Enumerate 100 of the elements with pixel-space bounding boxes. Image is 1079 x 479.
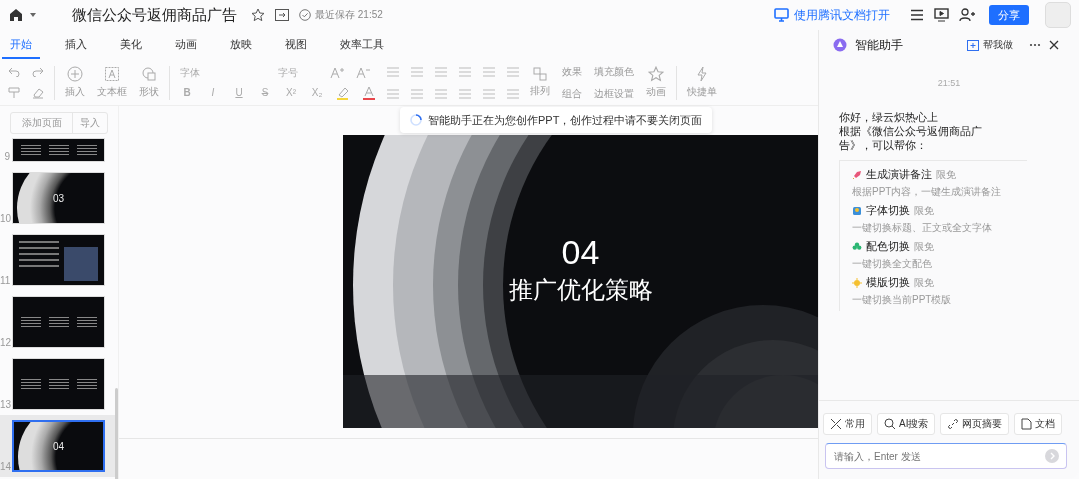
slide-number: 9	[3, 151, 10, 162]
slide-title: 推广优化策略	[508, 275, 653, 305]
toolbar-button[interactable]: 形状	[139, 66, 159, 99]
ribbon-tab[interactable]: 插入	[57, 31, 95, 59]
paragraph-icon[interactable]	[458, 88, 472, 99]
font-card-icon	[852, 205, 862, 216]
toolbar-button[interactable]: 快捷单	[687, 66, 717, 99]
assistant-logo-icon	[833, 38, 847, 52]
import-button[interactable]: 导入	[73, 113, 107, 133]
rocket-icon	[852, 169, 862, 180]
paragraph-icon[interactable]	[506, 88, 520, 99]
slide-thumbnail[interactable]: 04	[12, 420, 105, 472]
slide-thumbnail[interactable]	[12, 138, 105, 162]
toolbar-button[interactable]: 排列	[530, 67, 550, 98]
ribbon-tab[interactable]: 放映	[222, 31, 260, 59]
slide-number: 10	[0, 213, 10, 224]
do-for-me-link[interactable]: 帮我做	[967, 38, 1013, 52]
photo-placeholder	[64, 247, 98, 281]
presentation-icon[interactable]	[934, 8, 949, 22]
avatar[interactable]	[1045, 2, 1071, 28]
paragraph-icon[interactable]	[434, 88, 448, 99]
eraser-icon[interactable]	[32, 86, 44, 99]
quick-action-button[interactable]: AI搜索	[877, 413, 936, 435]
text-box-icon	[104, 66, 120, 82]
paragraph-icon[interactable]	[410, 88, 424, 99]
add-user-icon[interactable]	[959, 8, 975, 22]
slide-number: 13	[0, 399, 10, 410]
ribbon-tab[interactable]: 动画	[167, 31, 205, 59]
paragraph-icon[interactable]	[410, 66, 424, 77]
slide-thumbnail[interactable]	[12, 358, 105, 410]
font-color-icon[interactable]	[362, 85, 376, 100]
add-box-icon	[967, 39, 979, 51]
free-tag: 限免	[914, 239, 934, 254]
toolbar-button[interactable]: 组合	[562, 86, 582, 101]
free-tag: 限免	[914, 275, 934, 290]
paragraph-icon[interactable]	[434, 66, 448, 77]
paragraph-icon[interactable]	[482, 88, 496, 99]
menu-icon[interactable]	[910, 9, 924, 21]
more-icon[interactable]	[1029, 43, 1041, 47]
slide-number: 12	[0, 337, 10, 348]
move-folder-icon[interactable]	[275, 9, 289, 21]
toolbar-button[interactable]: 填充颜色	[594, 64, 634, 79]
toolbar-button[interactable]: 文本框	[97, 66, 127, 99]
status-toast: 智能助手正在为您创作PPT，创作过程中请不要关闭页面	[400, 107, 713, 133]
font-size-select[interactable]: 字号	[278, 65, 318, 80]
quick-action-button[interactable]: 网页摘要	[940, 413, 1010, 435]
shapes-icon	[141, 66, 157, 82]
font-select[interactable]: 字体	[180, 65, 266, 80]
add-page-button[interactable]: 添加页面	[11, 113, 73, 133]
thumbnail-heading: 04	[52, 440, 65, 452]
thumbnail-heading: 03	[52, 192, 65, 204]
document-title: 微信公众号返佣商品广告	[72, 5, 237, 25]
grow-font-icon[interactable]	[330, 66, 344, 79]
paragraph-icon[interactable]	[386, 66, 400, 77]
slide-thumbnail[interactable]	[12, 296, 105, 348]
free-tag: 限免	[914, 203, 934, 218]
send-icon[interactable]	[1045, 449, 1059, 463]
ribbon-tab[interactable]: 美化	[112, 31, 150, 59]
tools-icon	[830, 418, 842, 430]
slide-number: 11	[0, 275, 10, 286]
lightning-icon	[695, 66, 709, 82]
format-button[interactable]: U	[232, 87, 246, 98]
format-painter-icon[interactable]	[8, 86, 20, 99]
slide-thumbnail[interactable]: 03	[12, 172, 105, 224]
slide-thumbnail[interactable]	[12, 234, 105, 286]
quick-action-button[interactable]: 文档	[1014, 413, 1063, 435]
paragraph-icon[interactable]	[458, 66, 472, 77]
paragraph-icon[interactable]	[506, 66, 520, 77]
redo-icon[interactable]	[32, 66, 44, 77]
format-button[interactable]: S	[258, 87, 272, 98]
toolbar-button[interactable]: 边框设置	[594, 86, 634, 101]
clover-icon	[852, 241, 862, 252]
toolbar-button[interactable]: 插入	[65, 66, 85, 99]
toolbar-button[interactable]: 动画	[646, 66, 666, 99]
sun-icon	[852, 277, 862, 288]
format-button[interactable]: B	[180, 87, 194, 98]
ribbon-tab[interactable]: 视图	[277, 31, 315, 59]
toolbar-button[interactable]: 效果	[562, 64, 582, 79]
share-button[interactable]: 分享	[989, 5, 1029, 25]
highlighter-icon[interactable]	[336, 85, 350, 100]
paragraph-icon[interactable]	[482, 66, 496, 77]
slide-number: 14	[0, 461, 10, 472]
format-button[interactable]: I	[206, 87, 220, 98]
format-button[interactable]: X²	[284, 87, 298, 98]
shrink-font-icon[interactable]	[356, 66, 370, 79]
caret-icon[interactable]	[30, 13, 36, 17]
message-time: 21:51	[937, 78, 961, 88]
format-button[interactable]: X₂	[310, 87, 324, 98]
ribbon-tab[interactable]: 效率工具	[332, 31, 392, 59]
star-icon	[648, 66, 664, 82]
undo-icon[interactable]	[8, 66, 20, 77]
open-in-app-link[interactable]: 使用腾讯文档打开	[774, 6, 890, 24]
ribbon-tab[interactable]: 开始	[2, 31, 40, 59]
quick-action-button[interactable]: 常用	[823, 413, 872, 435]
close-icon[interactable]	[1049, 40, 1059, 50]
arrange-icon	[533, 67, 547, 81]
chat-input-field[interactable]: 请输入，Enter 发送	[825, 443, 1067, 469]
paragraph-icon[interactable]	[386, 88, 400, 99]
home-icon[interactable]	[8, 7, 24, 23]
star-icon[interactable]	[251, 8, 265, 22]
